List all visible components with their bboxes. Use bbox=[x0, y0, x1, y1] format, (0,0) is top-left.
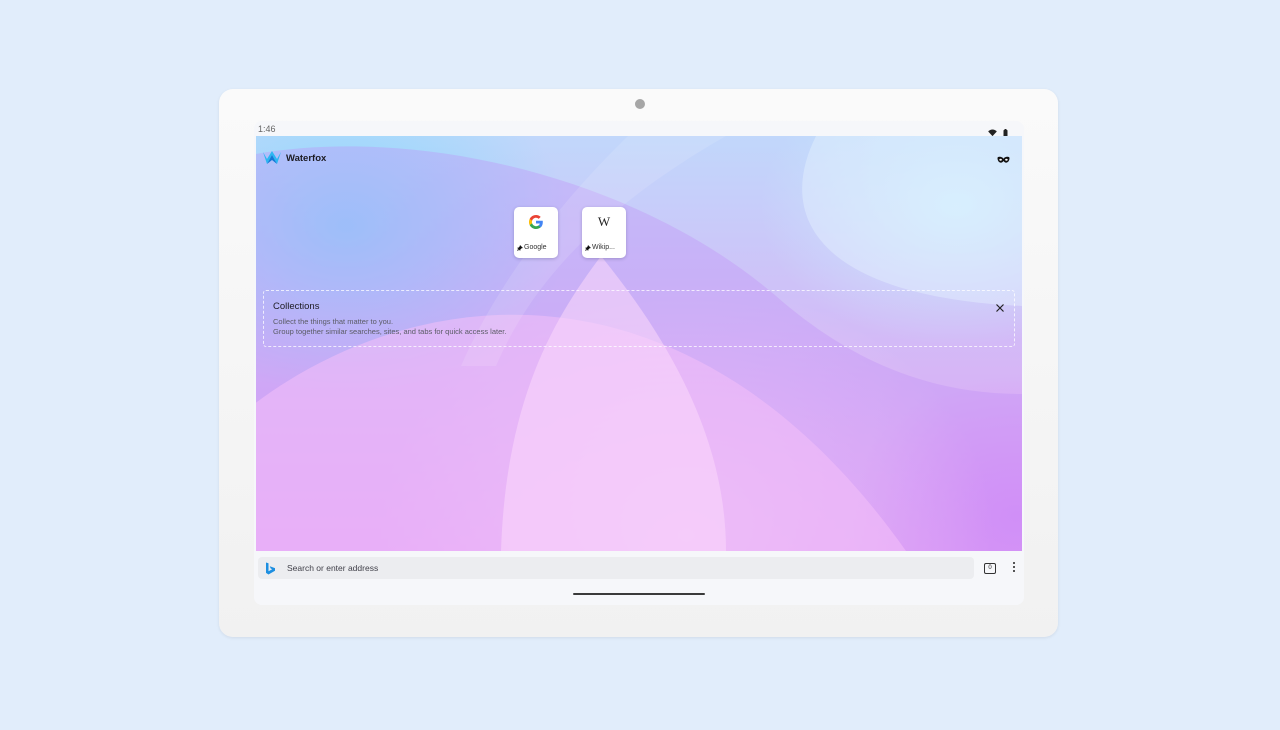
top-site-name: Wikip... bbox=[592, 244, 615, 251]
google-icon bbox=[514, 212, 558, 232]
collections-description-line1: Collect the things that matter to you. bbox=[273, 317, 394, 326]
pin-icon bbox=[585, 244, 591, 251]
search-input[interactable] bbox=[287, 563, 887, 573]
more-vertical-icon[interactable] bbox=[1011, 562, 1017, 574]
gesture-nav-handle[interactable] bbox=[573, 593, 705, 595]
device-screen: 1:46 Waterfox Google W Wikip... Collecti… bbox=[254, 121, 1024, 605]
app-name: Waterfox bbox=[286, 152, 327, 164]
collections-close-button[interactable] bbox=[994, 301, 1006, 313]
tabs-counter-button[interactable]: 0 bbox=[984, 563, 996, 574]
waterfox-logo: Waterfox bbox=[262, 150, 326, 166]
top-site-google[interactable]: Google bbox=[514, 207, 558, 258]
status-time: 1:46 bbox=[258, 124, 276, 134]
home-screen: Waterfox Google W Wikip... Collections C… bbox=[256, 136, 1022, 551]
collections-description-line2: Group together similar searches, sites, … bbox=[273, 327, 507, 336]
wikipedia-logo: W bbox=[597, 214, 611, 229]
top-site-wikipedia[interactable]: W Wikip... bbox=[582, 207, 626, 258]
collections-title: Collections bbox=[273, 301, 320, 312]
bottom-toolbar: 0 bbox=[254, 551, 1024, 605]
tablet-frame: 1:46 Waterfox Google W Wikip... Collecti… bbox=[219, 89, 1058, 637]
close-icon bbox=[996, 304, 1004, 312]
top-site-name: Google bbox=[524, 244, 547, 251]
private-mode-button[interactable] bbox=[997, 151, 1010, 169]
private-mask-icon bbox=[997, 156, 1010, 163]
top-site-label: Wikip... bbox=[585, 244, 624, 251]
waterfox-logo-icon bbox=[263, 151, 281, 164]
status-bar: 1:46 bbox=[254, 121, 1024, 137]
bing-icon bbox=[266, 562, 275, 575]
top-site-label: Google bbox=[517, 244, 556, 251]
pin-icon bbox=[517, 244, 523, 251]
address-bar[interactable] bbox=[258, 557, 974, 579]
front-camera bbox=[635, 99, 645, 109]
wikipedia-icon: W bbox=[582, 212, 626, 232]
collections-card: Collections Collect the things that matt… bbox=[263, 290, 1015, 347]
